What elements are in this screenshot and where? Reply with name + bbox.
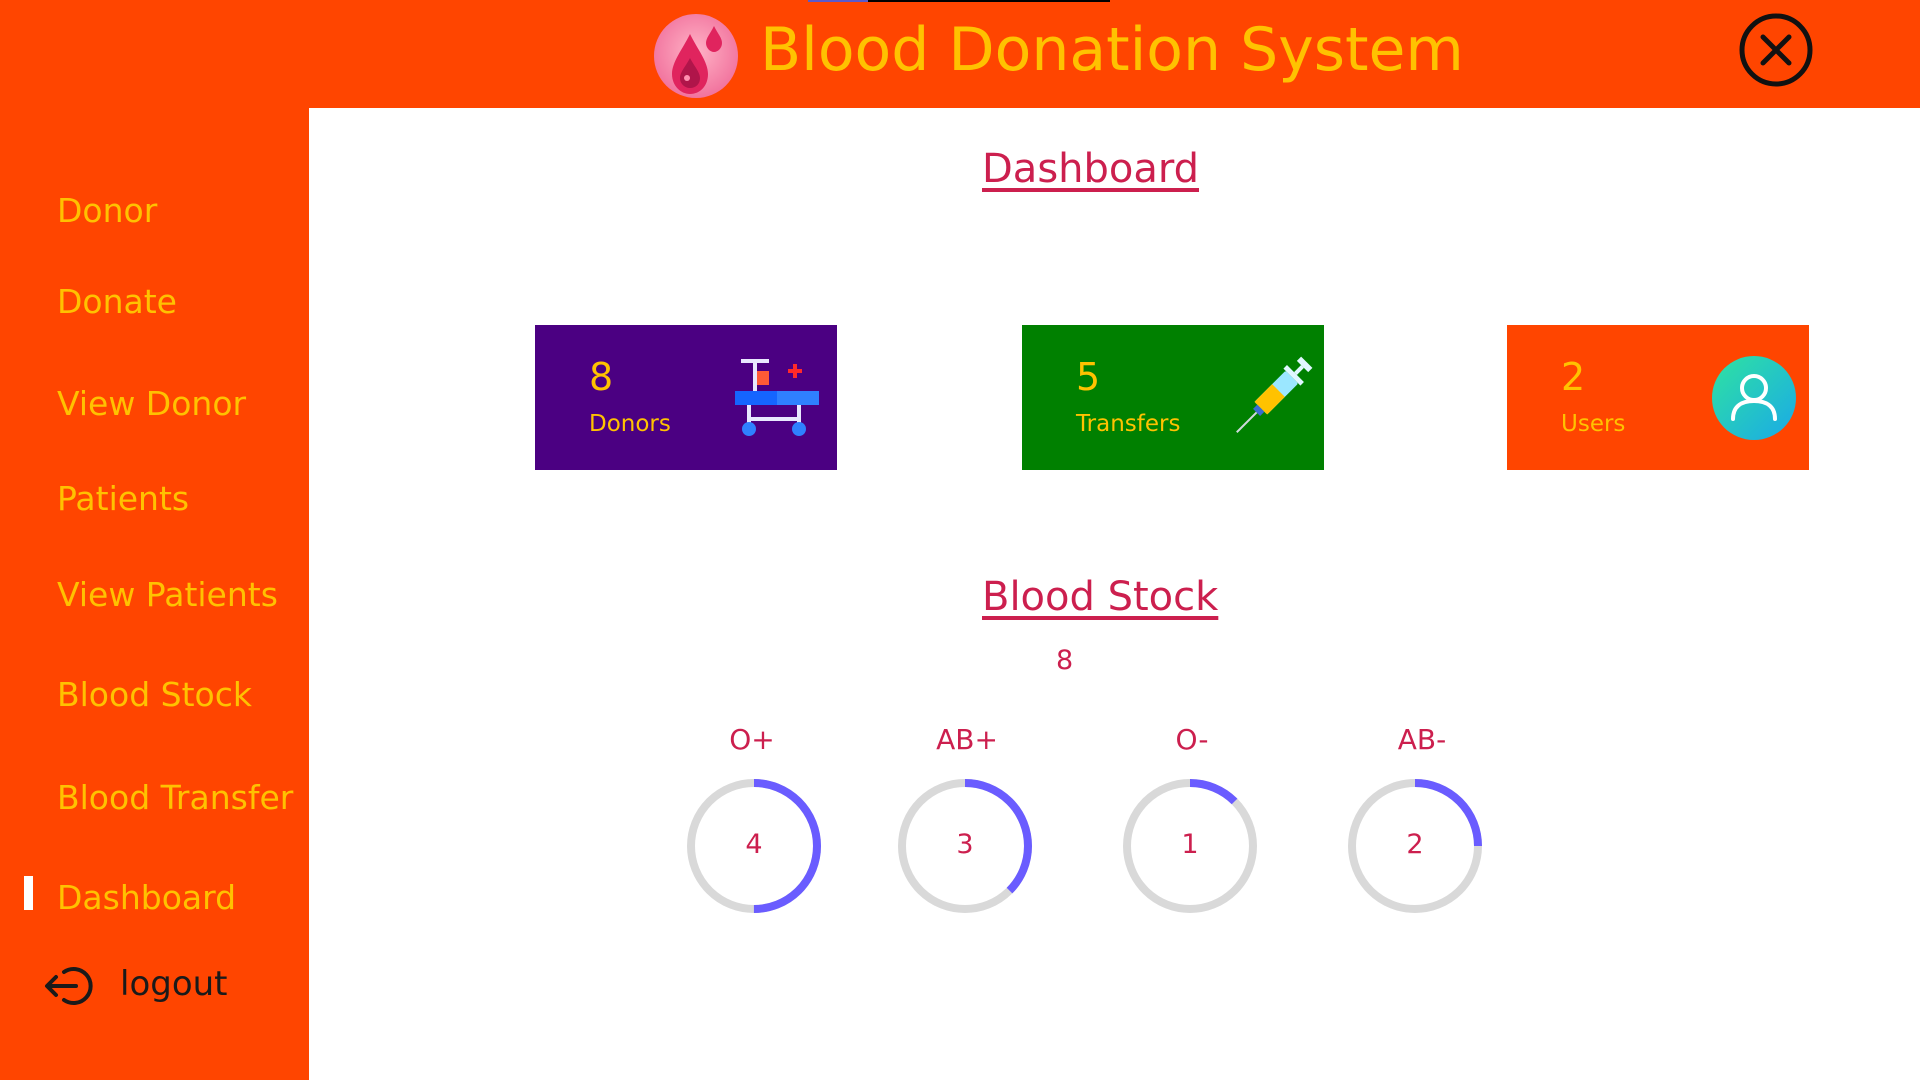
sidebar-item-blood-transfer[interactable]: Blood Transfer (57, 776, 293, 820)
sidebar-item-view-patients[interactable]: View Patients (57, 573, 278, 617)
logout-label: logout (120, 964, 228, 1004)
users-card[interactable]: 2 Users (1507, 325, 1809, 470)
gauge-ab-pos: 3 (895, 776, 1035, 916)
transfers-count: 5 (1076, 355, 1101, 399)
hospital-bed-icon (735, 359, 819, 436)
dashboard-title: Dashboard (982, 146, 1200, 192)
logout-icon (45, 967, 93, 1005)
sidebar-item-dashboard[interactable]: Dashboard (57, 876, 236, 920)
app-title: Blood Donation System (760, 15, 1464, 85)
users-count: 2 (1561, 355, 1586, 399)
donors-count: 8 (589, 355, 614, 399)
window-top-line-accent (808, 0, 868, 2)
transfers-label: Transfers (1076, 411, 1181, 437)
gauge-o-neg: 1 (1120, 776, 1260, 916)
app-header: Blood Donation System (0, 0, 1920, 108)
sidebar: Donor Donate View Donor Patients View Pa… (0, 108, 309, 1080)
blood-stock-title: Blood Stock (982, 574, 1219, 620)
gauge-value: 4 (745, 829, 763, 860)
sidebar-item-donor[interactable]: Donor (57, 189, 157, 233)
gauge-value: 2 (1406, 829, 1424, 860)
blood-type-label-ab-neg: AB- (1397, 723, 1447, 756)
donors-card[interactable]: 8 Donors (535, 325, 837, 470)
sidebar-item-blood-stock[interactable]: Blood Stock (57, 673, 252, 717)
gauge-value: 3 (956, 829, 974, 860)
sidebar-item-donate[interactable]: Donate (57, 280, 177, 324)
active-nav-indicator (24, 876, 33, 910)
blood-type-label-o-pos: O+ (729, 723, 775, 756)
user-avatar-icon (1712, 356, 1796, 440)
donors-label: Donors (589, 411, 671, 437)
gauge-o-pos: 4 (684, 776, 824, 916)
gauge-ab-neg: 2 (1345, 776, 1485, 916)
close-icon[interactable] (1738, 12, 1814, 88)
transfers-card[interactable]: 5 Transfers (1022, 325, 1324, 470)
sidebar-item-patients[interactable]: Patients (57, 477, 189, 521)
gauge-value: 1 (1181, 829, 1199, 860)
blood-type-label-ab-pos: AB+ (936, 723, 998, 756)
blood-stock-total: 8 (1056, 645, 1074, 676)
sidebar-item-view-donor[interactable]: View Donor (57, 382, 246, 426)
syringe-icon (1236, 356, 1313, 433)
blood-drops-icon (654, 14, 738, 98)
logout-button[interactable]: logout (44, 958, 264, 1014)
users-label: Users (1561, 411, 1626, 437)
blood-type-label-o-neg: O- (1175, 723, 1209, 756)
